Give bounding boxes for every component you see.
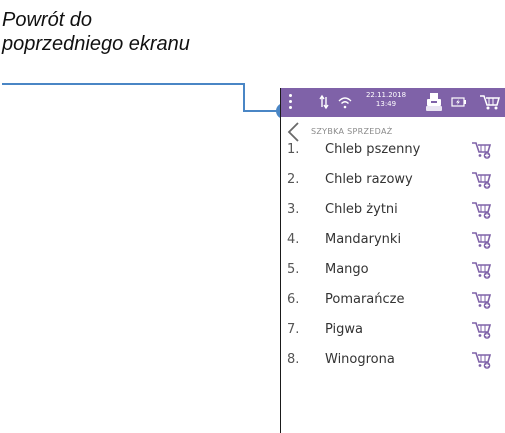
item-name: Winogrona (325, 352, 395, 367)
add-to-cart-icon[interactable] (471, 350, 493, 370)
product-list: 1. Chleb pszenny 2. Chleb razowy 3. Chleb żyt… (281, 134, 505, 374)
list-item[interactable]: 5. Mango (281, 254, 505, 284)
list-item[interactable]: 7. Pigwa (281, 314, 505, 344)
add-to-cart-icon[interactable] (471, 200, 493, 220)
item-number: 8. (287, 352, 300, 367)
status-time: 13:49 (375, 100, 397, 108)
item-number: 6. (287, 292, 300, 307)
item-number: 2. (287, 172, 300, 187)
add-to-cart-icon[interactable] (471, 290, 493, 310)
list-item[interactable]: 8. Winogrona (281, 344, 505, 374)
add-to-cart-icon[interactable] (471, 140, 493, 160)
item-number: 7. (287, 322, 300, 337)
menu-dots-icon[interactable] (289, 94, 293, 110)
annotation-line-1: Powrót do (2, 9, 93, 31)
status-datetime: 22.11.2018 13:49 (363, 91, 409, 109)
list-item[interactable]: 3. Chleb żytni (281, 194, 505, 224)
list-item[interactable]: 1. Chleb pszenny (281, 134, 505, 164)
wifi-icon (338, 97, 352, 109)
status-bar: 22.11.2018 13:49 (281, 88, 505, 117)
cart-icon[interactable] (479, 93, 501, 111)
item-name: Pigwa (325, 322, 364, 337)
add-to-cart-icon[interactable] (471, 320, 493, 340)
list-item[interactable]: 4. Mandarynki (281, 224, 505, 254)
item-number: 4. (287, 232, 300, 247)
annotation-callout: Powrót do poprzedniego ekranu (2, 8, 190, 56)
annotation-line-2: poprzedniego ekranu (2, 33, 190, 55)
item-name: Mandarynki (325, 232, 402, 247)
item-name: Chleb pszenny (325, 142, 421, 157)
item-number: 5. (287, 262, 300, 277)
item-name: Chleb razowy (325, 172, 413, 187)
status-date: 22.11.2018 (365, 91, 407, 99)
data-transfer-icon (319, 94, 329, 110)
add-to-cart-icon[interactable] (471, 260, 493, 280)
add-to-cart-icon[interactable] (471, 230, 493, 250)
stage: Powrót do poprzedniego ekranu 22.11.2018 (0, 0, 505, 433)
list-item[interactable]: 6. Pomarańcze (281, 284, 505, 314)
item-number: 3. (287, 202, 300, 217)
item-name: Pomarańcze (325, 292, 405, 307)
printer-cash-icon (426, 93, 442, 111)
callout-leader-line (2, 83, 282, 112)
item-name: Mango (325, 262, 369, 277)
add-to-cart-icon[interactable] (471, 170, 493, 190)
device-screen: 22.11.2018 13:49 SZYBKA SPRZEDAŻ 1. Chle… (280, 88, 505, 433)
item-name: Chleb żytni (325, 202, 398, 217)
item-number: 1. (287, 142, 300, 157)
battery-icon (451, 97, 466, 107)
list-item[interactable]: 2. Chleb razowy (281, 164, 505, 194)
